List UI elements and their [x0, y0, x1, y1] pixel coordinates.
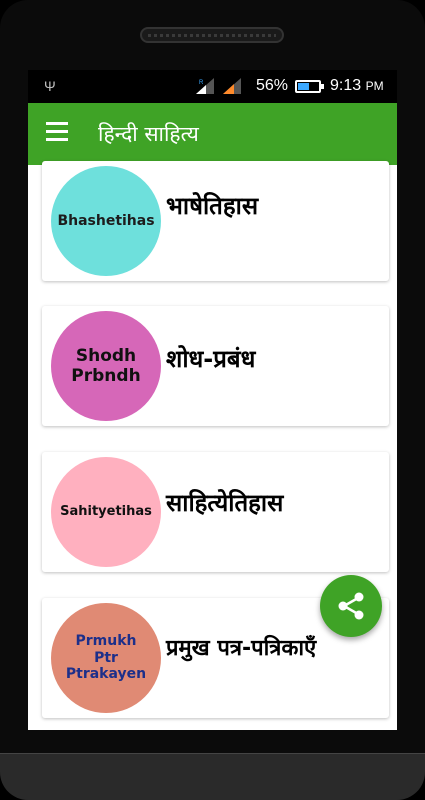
screen: Ψ R 56% 9:13 PM हिन्दी साहित्य Bhashetih… [28, 70, 397, 730]
item-avatar: Shodh Prbndh [51, 311, 161, 421]
app-bar: हिन्दी साहित्य [28, 103, 397, 165]
battery-percent: 56% [256, 77, 289, 94]
item-label: शोध-प्रबंध [166, 345, 256, 373]
clock-ampm: PM [365, 79, 384, 93]
list-item-bhashetihas[interactable]: Bhashetihas भाषेतिहास [42, 161, 389, 281]
item-avatar: Sahityetihas [51, 457, 161, 567]
signal-icon [223, 78, 241, 94]
status-bar: Ψ R 56% 9:13 PM [28, 70, 397, 103]
item-avatar-text: Shodh Prbndh [71, 345, 141, 386]
list-item-sahityetihas[interactable]: Sahityetihas साहित्येतिहास [42, 452, 389, 572]
share-icon [338, 592, 364, 620]
battery-icon [295, 80, 324, 93]
item-label: भाषेतिहास [166, 192, 259, 220]
svg-text:R: R [199, 80, 204, 86]
battery-fill [298, 83, 310, 90]
speaker-grille [140, 27, 284, 43]
item-avatar: Prmukh Ptr Ptrakayen [51, 603, 161, 713]
item-label: साहित्येतिहास [166, 489, 284, 517]
item-label: प्रमुख पत्र-पत्रिकाएँ [166, 636, 317, 661]
phone-frame: Ψ R 56% 9:13 PM हिन्दी साहित्य Bhashetih… [0, 0, 425, 800]
item-avatar-text: Sahityetihas [60, 504, 152, 520]
clock-time: 9:13 [330, 77, 362, 94]
list-item-shodh-prbndh[interactable]: Shodh Prbndh शोध-प्रबंध [42, 306, 389, 426]
phone-bottom-bezel [0, 753, 425, 800]
app-title: हिन्दी साहित्य [98, 122, 199, 146]
share-button[interactable] [320, 575, 382, 637]
usb-icon: Ψ [44, 78, 56, 94]
item-avatar-text: Bhashetihas [57, 212, 155, 229]
signal-r-icon: R [196, 78, 214, 94]
item-avatar: Bhashetihas [51, 166, 161, 276]
item-avatar-text: Prmukh Ptr Ptrakayen [65, 632, 147, 683]
clock: 9:13 PM [330, 77, 384, 95]
hamburger-menu-icon[interactable] [46, 122, 68, 142]
